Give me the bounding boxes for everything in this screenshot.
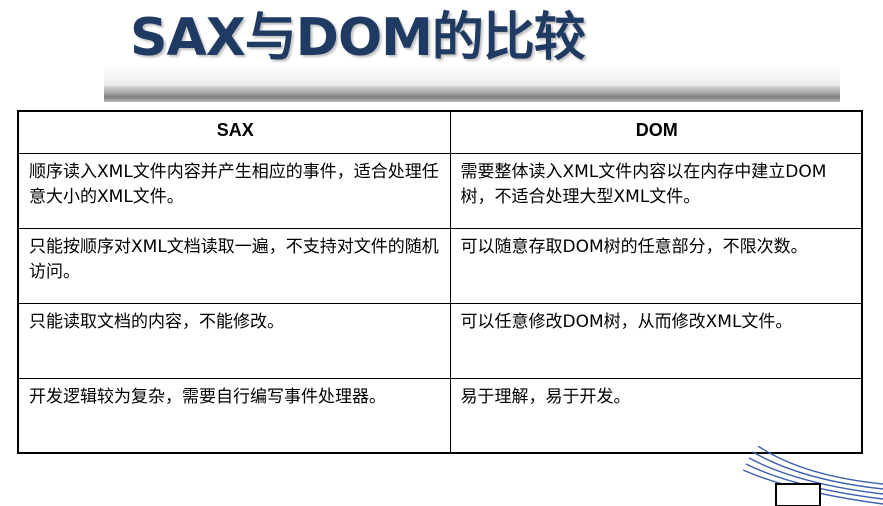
dom-cell: 需要整体读入XML文件内容以在内存中建立DOM树，不适合处理大型XML文件。 [449,152,863,229]
page-title: SAX与DOM的比较 [130,8,586,68]
table-row: 顺序读入XML文件内容并产生相应的事件，适合处理任意大小的XML文件。 需要整体… [17,152,863,229]
dom-cell: 可以随意存取DOM树的任意部分，不限次数。 [449,227,863,304]
dom-cell: 易于理解，易于开发。 [449,377,863,454]
sax-cell: 顺序读入XML文件内容并产生相应的事件，适合处理任意大小的XML文件。 [17,152,451,229]
table-row: 只能读取文档的内容，不能修改。 可以任意修改DOM树，从而修改XML文件。 [17,302,863,379]
sax-cell: 只能按顺序对XML文档读取一遍，不支持对文件的随机访问。 [17,227,451,304]
title-shadow [104,66,840,86]
title-underline-bar [104,86,840,102]
comparison-table: SAX DOM 顺序读入XML文件内容并产生相应的事件，适合处理任意大小的XML… [17,110,863,454]
column-header-sax: SAX [17,110,451,154]
table-header-row: SAX DOM [17,110,863,154]
table-row: 只能按顺序对XML文档读取一遍，不支持对文件的随机访问。 可以随意存取DOM树的… [17,227,863,304]
dom-cell: 可以任意修改DOM树，从而修改XML文件。 [449,302,863,379]
table-row: 开发逻辑较为复杂，需要自行编写事件处理器。 易于理解，易于开发。 [17,377,863,454]
sax-cell: 只能读取文档的内容，不能修改。 [17,302,451,379]
column-header-dom: DOM [449,110,863,154]
corner-swoosh-decoration [743,446,883,506]
sax-cell: 开发逻辑较为复杂，需要自行编写事件处理器。 [17,377,451,454]
